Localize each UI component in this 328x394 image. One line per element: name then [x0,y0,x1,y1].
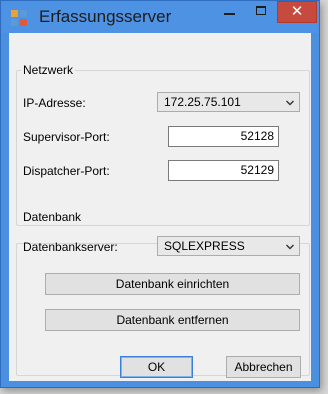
close-button[interactable]: ✕ [277,1,317,23]
window-title: Erfassungsserver [39,7,172,26]
maximize-button[interactable] [247,1,277,23]
dispatcher-port-label: Dispatcher-Port: [23,164,110,178]
chevron-down-icon [286,244,294,250]
dialog-window: Erfassungsserver ✕ Netzwerk IP-Adresse: … [0,0,320,388]
supervisor-port-input[interactable]: 52128 [168,126,279,147]
network-group-legend: Netzwerk [21,63,76,77]
database-server-value: SQLEXPRESS [164,239,245,253]
minimize-button[interactable] [215,1,245,23]
remove-database-button[interactable]: Datenbank entfernen [45,309,300,331]
close-icon: ✕ [290,2,304,20]
setup-database-button[interactable]: Datenbank einrichten [45,273,300,295]
database-server-label: Datenbankserver: [23,240,118,254]
dispatcher-port-input[interactable]: 52129 [168,160,279,181]
supervisor-port-label: Supervisor-Port: [23,130,110,144]
ip-address-value: 172.25.75.101 [164,95,241,109]
database-group-legend: Datenbank [21,210,84,224]
dialog-client-area: Netzwerk IP-Adresse: 172.25.75.101 Super… [9,33,311,381]
database-server-select[interactable]: SQLEXPRESS [157,236,300,256]
ip-address-label: IP-Adresse: [23,96,86,110]
ip-address-select[interactable]: 172.25.75.101 [157,92,300,112]
chevron-down-icon [286,100,294,106]
ok-button[interactable]: OK [120,356,193,378]
title-bar[interactable]: Erfassungsserver ✕ [1,1,319,33]
app-icon [11,10,27,26]
cancel-button[interactable]: Abbrechen [226,356,301,378]
